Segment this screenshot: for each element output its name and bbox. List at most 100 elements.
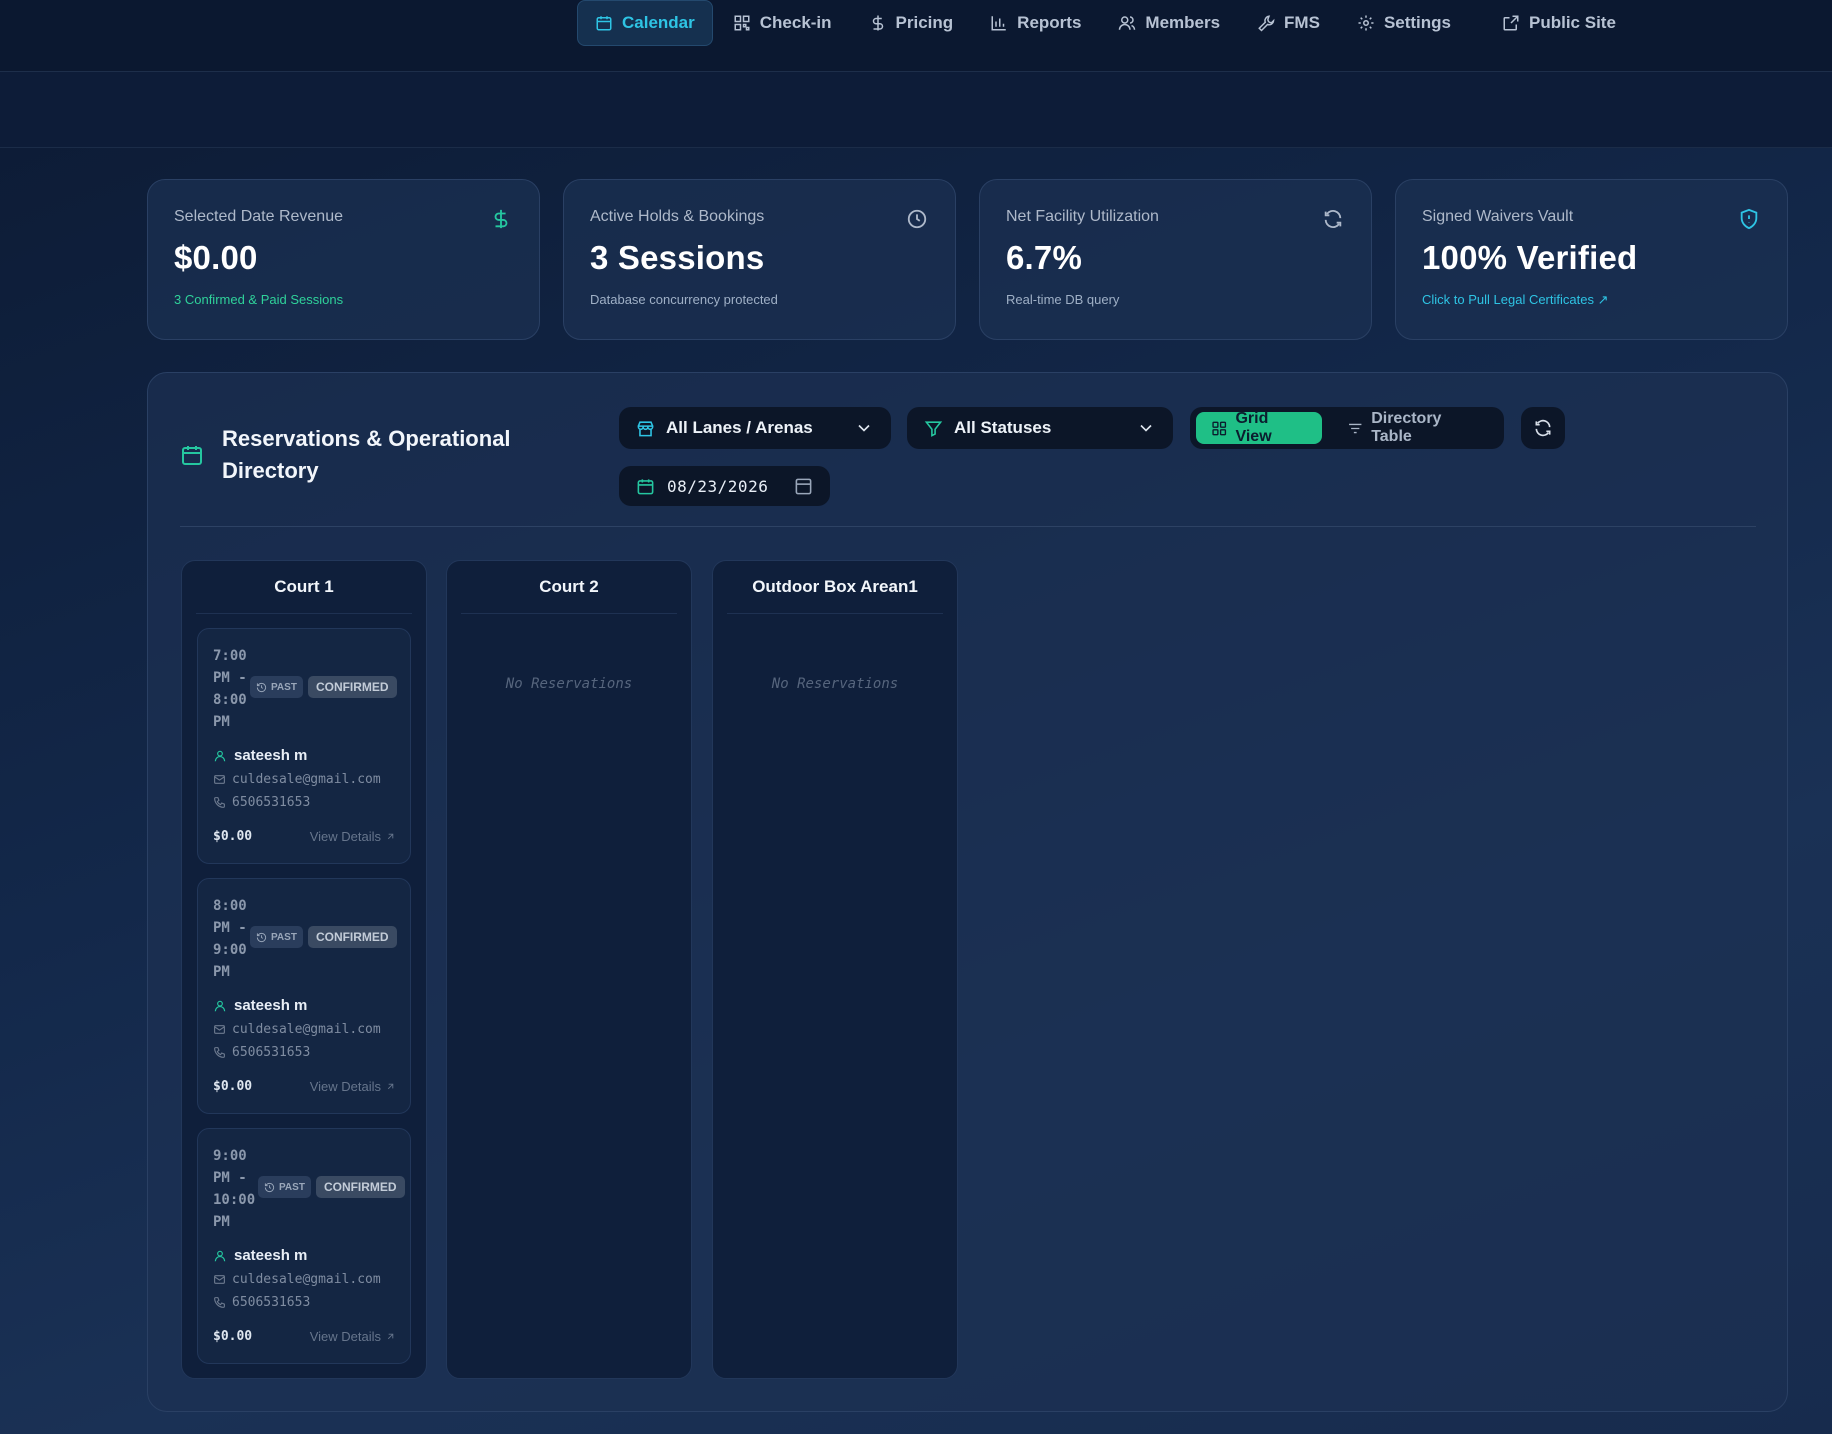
- user-icon: [214, 1250, 226, 1261]
- view-details-link[interactable]: View Details: [310, 1079, 396, 1094]
- directory-table-button[interactable]: Directory Table: [1332, 410, 1498, 445]
- arrow-up-right-icon: [387, 1083, 394, 1090]
- users-icon: [1119, 16, 1136, 30]
- dollar-icon: [872, 15, 883, 31]
- nav-label: Check-in: [759, 13, 832, 32]
- history-icon: [264, 1182, 275, 1192]
- store-icon: [637, 420, 654, 436]
- view-details-text: View Details: [309, 829, 381, 844]
- shield-icon: [1738, 208, 1760, 230]
- nav-pricing[interactable]: Pricing: [852, 0, 971, 46]
- column-header: Court 2: [461, 561, 677, 614]
- date-input[interactable]: 08/23/2026: [619, 466, 830, 506]
- nav-check-in[interactable]: Check-in: [716, 0, 849, 46]
- arrow-up-right-icon: [387, 1333, 394, 1340]
- nav-calendar[interactable]: Calendar: [577, 0, 713, 46]
- link-text: Click to Pull Legal Certificates: [1422, 292, 1594, 307]
- status-badge: CONFIRMED: [307, 676, 397, 698]
- lanes-filter-select[interactable]: All Lanes / Arenas: [619, 407, 891, 449]
- reservation-amount: $0.00: [213, 1079, 253, 1094]
- stat-value: 6.7%: [1006, 239, 1083, 276]
- nav-reports[interactable]: Reports: [973, 0, 1098, 46]
- stat-label: Active Holds & Bookings: [590, 208, 765, 225]
- nav-items: Calendar Check-in Pricing Reports Member…: [577, 0, 1636, 46]
- external-link-icon: [1503, 15, 1519, 31]
- stat-label: Signed Waivers Vault: [1422, 208, 1574, 225]
- reservation-card[interactable]: 7:00 PM - 8:00 PM PAST CONFIRMED sateesh…: [197, 628, 411, 864]
- grid-icon: [1212, 421, 1227, 435]
- status-badge: CONFIRMED: [307, 926, 397, 948]
- reservation-time: 7:00 PM - 8:00 PM: [213, 648, 247, 730]
- stat-label: Selected Date Revenue: [174, 208, 343, 225]
- stat-card-revenue: Selected Date Revenue $0.00 3 Confirmed …: [147, 179, 540, 340]
- chevron-down-icon: [858, 424, 870, 432]
- stat-card-utilization: Net Facility Utilization 6.7% Real-time …: [979, 179, 1372, 340]
- past-badge-label: PAST: [271, 681, 297, 693]
- customer-name: sateesh m: [213, 997, 307, 1014]
- empty-state: No Reservations: [771, 676, 899, 692]
- reservation-badges: PAST CONFIRMED: [250, 926, 397, 948]
- reservation-badges: PAST CONFIRMED: [250, 676, 397, 698]
- view-details-link[interactable]: View Details: [310, 829, 396, 844]
- calendar-icon: [596, 16, 612, 31]
- refresh-icon: [1535, 419, 1551, 437]
- nav-fms[interactable]: FMS: [1240, 0, 1337, 46]
- calendar-picker-icon[interactable]: [794, 477, 813, 496]
- nav-public-site[interactable]: Public Site: [1485, 0, 1633, 46]
- calendar-icon: [180, 443, 204, 467]
- status-badge: CONFIRMED: [315, 1176, 405, 1198]
- nav-members[interactable]: Members: [1101, 0, 1237, 46]
- view-toggle: Grid View Directory Table: [1190, 407, 1504, 449]
- nav-label: Pricing: [895, 13, 954, 32]
- phone-icon: [214, 797, 225, 808]
- past-badge-label: PAST: [279, 1181, 305, 1193]
- column-court-2: Court 2 No Reservations: [446, 560, 692, 1379]
- stat-value: 3 Sessions: [590, 239, 765, 276]
- calendar-icon: [637, 478, 654, 494]
- reservation-card[interactable]: 8:00 PM - 9:00 PM PAST CONFIRMED sateesh…: [197, 878, 411, 1114]
- directory-table-label: Directory Table: [1371, 410, 1442, 445]
- column-court-1: Court 1 7:00 PM - 8:00 PM PAST CONFIRMED…: [181, 560, 427, 1379]
- customer-name-text: sateesh m: [234, 1247, 308, 1264]
- customer-phone-text: 6506531653: [232, 795, 311, 810]
- customer-email: culdesale@gmail.com: [213, 1022, 381, 1037]
- refresh-button[interactable]: [1521, 407, 1565, 449]
- customer-name-text: sateesh m: [234, 997, 308, 1014]
- customer-name-text: sateesh m: [234, 747, 308, 764]
- view-details-text: View Details: [309, 1079, 381, 1094]
- nav-label: Members: [1145, 13, 1221, 32]
- grid-view-label: Grid View: [1235, 410, 1272, 445]
- customer-phone: 6506531653: [213, 1295, 310, 1310]
- mail-icon: [214, 1025, 225, 1034]
- refresh-icon: [1322, 208, 1344, 230]
- nav-label: Calendar: [622, 13, 695, 32]
- clock-icon: [906, 208, 928, 230]
- sub-bar: [0, 72, 1832, 148]
- stat-sub: 3 Confirmed & Paid Sessions: [174, 292, 344, 307]
- nav-settings[interactable]: Settings: [1340, 0, 1468, 46]
- customer-phone-text: 6506531653: [232, 1295, 311, 1310]
- reservation-amount: $0.00: [213, 1329, 253, 1344]
- customer-email-text: culdesale@gmail.com: [232, 1022, 381, 1037]
- customer-phone-text: 6506531653: [232, 1045, 311, 1060]
- column-header: Outdoor Box Arean1: [727, 561, 943, 614]
- customer-phone: 6506531653: [213, 1045, 310, 1060]
- customer-phone: 6506531653: [213, 795, 310, 810]
- reservation-amount: $0.00: [213, 829, 253, 844]
- nav-label: Public Site: [1529, 13, 1616, 32]
- reservation-card[interactable]: 9:00 PM - 10:00 PM PAST CONFIRMED satees…: [197, 1128, 411, 1364]
- stat-value: 100% Verified: [1422, 239, 1638, 276]
- panel-title: Reservations & Operational Directory: [222, 426, 511, 483]
- customer-email: culdesale@gmail.com: [213, 1272, 381, 1287]
- qr-icon: [734, 15, 750, 31]
- dollar-icon: [490, 208, 512, 230]
- status-filter-select[interactable]: All Statuses: [907, 407, 1173, 449]
- view-details-link[interactable]: View Details: [310, 1329, 396, 1344]
- arrow-up-right-icon: [387, 833, 394, 840]
- nav-label: FMS: [1284, 13, 1320, 32]
- past-badge: PAST: [250, 676, 303, 698]
- pull-certificates-link[interactable]: Click to Pull Legal Certificates ↗: [1422, 292, 1761, 308]
- lanes-filter-value: All Lanes / Arenas: [666, 418, 813, 437]
- status-filter-value: All Statuses: [954, 418, 1052, 437]
- grid-view-button[interactable]: Grid View: [1196, 410, 1322, 445]
